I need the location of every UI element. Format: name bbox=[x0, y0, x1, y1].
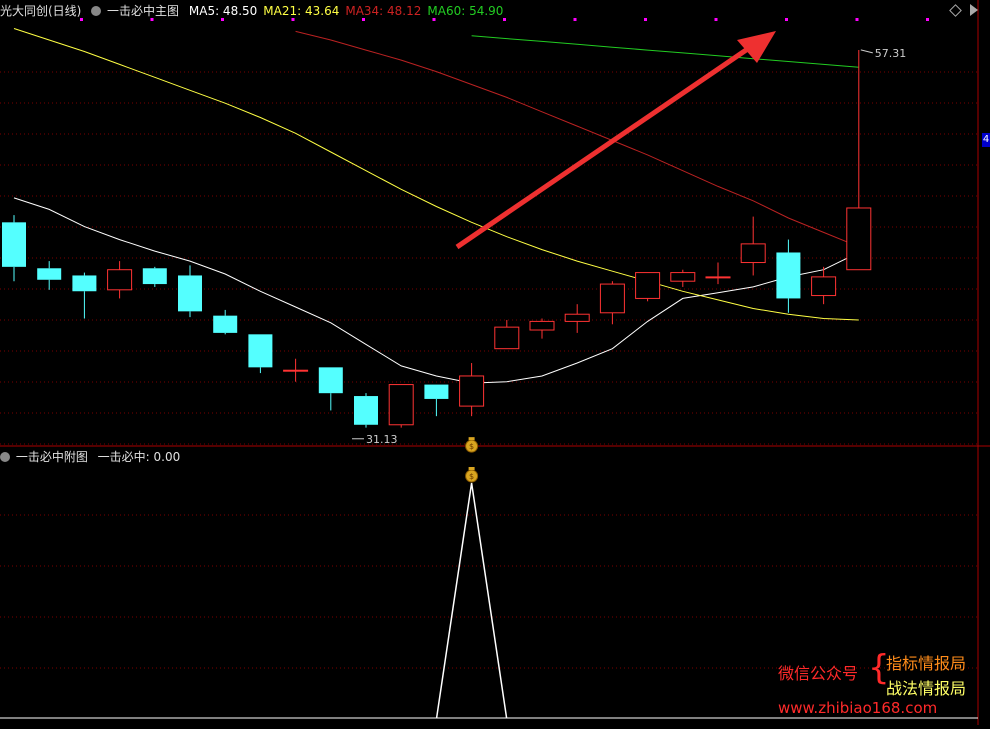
candle-down bbox=[213, 315, 238, 333]
candle-up bbox=[705, 276, 731, 279]
candle-up bbox=[599, 283, 625, 314]
candle-up bbox=[494, 326, 520, 350]
sub-money-bag-icon-top bbox=[468, 467, 475, 470]
ma-line-ma60 bbox=[471, 35, 859, 68]
candle-down bbox=[424, 384, 449, 399]
stock-title: 光大同创(日线) bbox=[0, 4, 82, 18]
main-header: 光大同创(日线) 一击必中主图 MA5: 48.50 MA21: 43.64 MA3… bbox=[0, 4, 515, 18]
kline-chart: 57.31 31.13 $ $ bbox=[0, 0, 990, 725]
sub-signal-line bbox=[435, 482, 508, 719]
candle-up bbox=[670, 272, 696, 282]
top-marker bbox=[503, 18, 506, 21]
chart-stage: 57.31 31.13 $ $ 光大同创(日线) 一击必中主图 MA5: 48.50 M… bbox=[0, 0, 990, 725]
candle-up bbox=[107, 269, 133, 291]
top-marker bbox=[362, 18, 365, 21]
price-scale-label: 4 bbox=[982, 134, 990, 145]
candle-down bbox=[776, 252, 801, 299]
ma-line-ma5 bbox=[13, 197, 860, 384]
candle-down bbox=[248, 334, 273, 368]
money-bag-icon-glyph: $ bbox=[469, 442, 474, 451]
price-scale-marker: 4 bbox=[982, 133, 990, 147]
candle-up bbox=[459, 375, 485, 407]
sub-money-bag-icon-glyph: $ bbox=[469, 472, 474, 481]
candle-up bbox=[846, 207, 872, 271]
money-bag-icon-top bbox=[468, 437, 475, 441]
candle-down bbox=[178, 275, 202, 312]
scroll-right-icon[interactable] bbox=[970, 4, 978, 16]
top-marker bbox=[714, 18, 718, 21]
candle-up bbox=[388, 384, 414, 426]
ma-label-1: MA5: 48.50 bbox=[188, 4, 258, 18]
top-marker bbox=[291, 18, 295, 21]
watermark-line1: 指标情报局 bbox=[886, 654, 967, 673]
candle-up bbox=[529, 320, 555, 331]
low-label: 31.13 bbox=[366, 433, 398, 446]
ma-label-2: MA21: 43.64 bbox=[263, 4, 340, 18]
sub-indicator-name[interactable]: 一击必中附图 bbox=[16, 450, 88, 464]
ma-label-3: MA34: 48.12 bbox=[345, 4, 422, 18]
candle-down bbox=[354, 396, 378, 425]
top-marker bbox=[221, 18, 224, 21]
top-marker bbox=[855, 18, 859, 21]
top-marker bbox=[573, 18, 577, 21]
high-label: 57.31 bbox=[875, 47, 907, 60]
top-marker bbox=[644, 18, 647, 21]
top-marker bbox=[926, 18, 929, 21]
candle-up bbox=[635, 272, 661, 299]
candle-up bbox=[740, 243, 766, 264]
top-marker bbox=[150, 18, 154, 21]
main-indicator-name[interactable]: 一击必中主图 bbox=[107, 4, 179, 18]
sub-header: 一击必中附图 一击必中: 0.00 bbox=[0, 450, 186, 464]
candle-down bbox=[72, 275, 97, 292]
candle-up bbox=[811, 276, 837, 297]
top-marker bbox=[785, 18, 788, 21]
candle-up bbox=[283, 369, 309, 372]
ma-legend: MA5: 48.50 MA21: 43.64 MA34: 48.12 MA60: 54… bbox=[189, 4, 510, 18]
trend-arrow bbox=[455, 43, 754, 250]
candle-down bbox=[318, 367, 343, 394]
candle-down bbox=[2, 222, 26, 267]
sub-indicator-value: 一击必中: 0.00 bbox=[97, 450, 181, 464]
ma-line-ma34 bbox=[295, 30, 859, 248]
watermark-line2: 战法情报局 bbox=[886, 679, 967, 698]
ma-label-4: MA60: 54.90 bbox=[427, 4, 504, 18]
collapse-toggle-icon[interactable] bbox=[91, 6, 102, 16]
watermark-prefix: 微信公众号 bbox=[778, 664, 859, 683]
candle-down bbox=[142, 268, 167, 285]
top-marker bbox=[80, 18, 83, 21]
candle-down bbox=[37, 268, 62, 280]
high-pointer bbox=[860, 49, 873, 54]
watermark-url[interactable]: www.zhibiao168.com bbox=[778, 699, 937, 717]
sub-collapse-toggle-icon[interactable] bbox=[0, 452, 10, 462]
top-marker bbox=[432, 18, 436, 21]
candle-up bbox=[564, 313, 590, 322]
